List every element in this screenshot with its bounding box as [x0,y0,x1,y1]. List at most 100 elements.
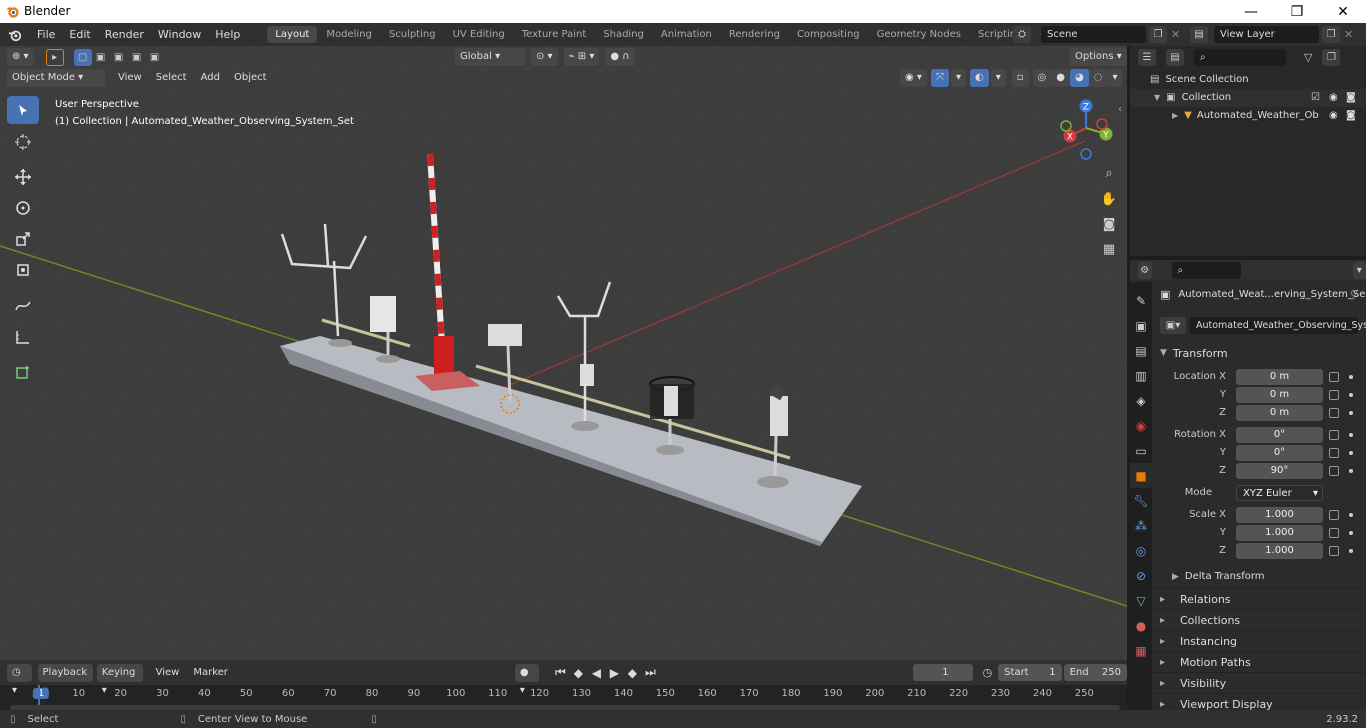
rendered-shading-icon[interactable]: ◌ [1088,69,1108,87]
snap-icon[interactable]: ⌁ ⊞ ▾ [563,48,600,66]
current-frame-field[interactable]: 1 [913,664,973,681]
camera-view-icon[interactable]: ◙ [1097,213,1121,235]
panel-motion-paths[interactable]: Motion Paths [1152,651,1366,673]
keyframe-scale-y-icon[interactable] [1349,530,1353,535]
keyframe-rotation-y-icon[interactable] [1349,450,1353,455]
menu-window[interactable]: Window [151,23,208,46]
properties-search-input[interactable]: ⌕ [1171,261,1241,279]
outliner-editor-icon[interactable]: ☰ [1138,48,1156,66]
end-frame-field[interactable]: End 250 [1063,664,1128,681]
measure-tool-button[interactable] [7,323,39,351]
annotate-tool-button[interactable] [7,292,39,320]
panel-instancing[interactable]: Instancing [1152,630,1366,652]
view-layer-tab-icon[interactable]: ▥ [1130,363,1152,388]
rotation-x-field[interactable]: 0° [1236,426,1323,443]
select-new-icon[interactable]: ▢ [73,48,92,66]
location-z-field[interactable]: 0 m [1236,404,1323,421]
view-layer-icon[interactable]: ▤ [1190,26,1208,43]
options-dropdown[interactable]: Options ▾ [1070,48,1127,66]
lock-scale-z-icon[interactable] [1329,545,1339,556]
scale-z-field[interactable]: 1.000 [1236,542,1323,559]
pan-hand-icon[interactable]: ✋ [1097,188,1121,210]
new-scene-icon[interactable]: ❐ [1149,26,1167,43]
tab-sculpting[interactable]: Sculpting [381,26,444,43]
overlay-dropdown-icon[interactable]: ▾ [990,69,1006,87]
keyframe-scale-z-icon[interactable] [1349,548,1353,553]
select-intersect-icon[interactable]: ▣ [145,48,164,66]
play-icon[interactable]: ▶ [605,666,623,680]
pin-icon[interactable]: ⚲ [1350,288,1358,301]
properties-options-icon[interactable]: ▾ [1352,261,1366,279]
visibility-icon[interactable]: ◉ ▾ [900,69,927,87]
menu-render[interactable]: Render [98,23,151,46]
data-tab-icon[interactable]: ▽ [1130,588,1152,613]
panel-visibility[interactable]: Visibility [1152,672,1366,694]
tab-rendering[interactable]: Rendering [721,26,788,43]
outliner-row-scene-collection[interactable]: ▤ Scene Collection [1130,71,1366,89]
jump-keyframe-forward-icon[interactable]: ◆ [623,666,641,680]
close-button[interactable]: ✕ [1320,0,1366,23]
mode-dropdown[interactable]: Object Mode ▾ [7,69,105,87]
editor-type-icon[interactable]: ⊕ ▾ [7,48,34,66]
filter-icon[interactable]: ▽ [1304,51,1312,64]
menu-help[interactable]: Help [208,23,247,46]
tab-uv-editing[interactable]: UV Editing [445,26,513,43]
jump-start-icon[interactable]: ⏮ [551,665,569,680]
keyframe-location-x-icon[interactable] [1349,374,1353,379]
collection-tab-icon[interactable]: ▭ [1130,438,1152,463]
scene-tab-icon[interactable]: ◈ [1130,388,1152,413]
pivot-icon[interactable]: ⊙ ▾ [531,48,558,66]
world-tab-icon[interactable]: ◉ [1130,413,1152,438]
panel-collections[interactable]: Collections [1152,609,1366,631]
panel-relations[interactable]: Relations [1152,588,1366,610]
outliner-row-collection[interactable]: ▼ ▣ Collection ☑ ◉ ◙ [1130,89,1366,107]
datablock-browse-icon[interactable]: ▣▾ [1160,317,1186,334]
tab-animation[interactable]: Animation [653,26,720,43]
collection-checkbox-icon[interactable]: ☑ [1311,89,1320,107]
lock-scale-x-icon[interactable] [1329,509,1339,520]
tab-shading[interactable]: Shading [595,26,652,43]
lock-rotation-x-icon[interactable] [1329,429,1339,440]
new-view-layer-icon[interactable]: ❐ [1322,26,1340,43]
physics-tab-icon[interactable]: ◎ [1130,538,1152,563]
outliner-search-input[interactable]: ⌕ [1194,48,1286,66]
minimize-button[interactable]: — [1228,0,1274,23]
keyframe-rotation-z-icon[interactable] [1349,468,1353,473]
lock-scale-y-icon[interactable] [1329,527,1339,538]
keyframe-rotation-x-icon[interactable] [1349,432,1353,437]
gizmo-toggle-icon[interactable]: ⤧ [930,69,949,87]
lock-location-x-icon[interactable] [1329,371,1339,382]
preview-range-icon[interactable]: ◷ [983,666,993,679]
blender-menu-icon[interactable] [0,28,30,42]
collection-render-camera-icon[interactable]: ◙ [1346,89,1356,107]
location-y-field[interactable]: 0 m [1236,386,1323,403]
jump-end-icon[interactable]: ⏭ [641,665,659,680]
add-menu[interactable]: Add [194,69,227,87]
playback-menu[interactable]: Playback ▾ [37,663,93,696]
delete-scene-icon[interactable]: ✕ [1171,28,1180,41]
material-shading-icon[interactable]: ◕ [1069,69,1089,87]
object-tab-icon[interactable]: ■ [1130,463,1152,488]
select-menu[interactable]: Select [149,69,194,87]
keyframe-location-y-icon[interactable] [1349,392,1353,397]
lock-rotation-y-icon[interactable] [1329,447,1339,458]
object-name-field[interactable]: Automated_Weather_Observing_Syste... [1190,317,1366,334]
shading-dropdown-icon[interactable]: ▾ [1107,69,1123,87]
outliner-row-object[interactable]: ▶ ▼ Automated_Weather_Ob ◉ ◙ [1130,107,1366,125]
collection-visibility-eye-icon[interactable]: ◉ [1329,89,1338,107]
auto-keying-icon[interactable]: ● ▾ [514,663,540,696]
ortho-grid-icon[interactable]: ▦ [1097,238,1121,260]
gizmo-dropdown-icon[interactable]: ▾ [950,69,966,87]
rotation-y-field[interactable]: 0° [1236,444,1323,461]
menu-edit[interactable]: Edit [62,23,97,46]
tool-tab-icon[interactable]: ✎ [1130,288,1152,313]
keyframe-scale-x-icon[interactable] [1349,512,1353,517]
wireframe-shading-icon[interactable]: ◎ [1032,69,1052,87]
xray-icon[interactable]: ▫ [1011,69,1029,87]
tweak-tool-button[interactable] [7,96,39,124]
expand-collection-icon[interactable]: ▼ [1154,89,1160,107]
select-subtract-icon[interactable]: ▣ [109,48,128,66]
maximize-button[interactable]: ❐ [1274,0,1320,23]
location-x-field[interactable]: 0 m [1236,368,1323,385]
scale-x-field[interactable]: 1.000 [1236,506,1323,523]
